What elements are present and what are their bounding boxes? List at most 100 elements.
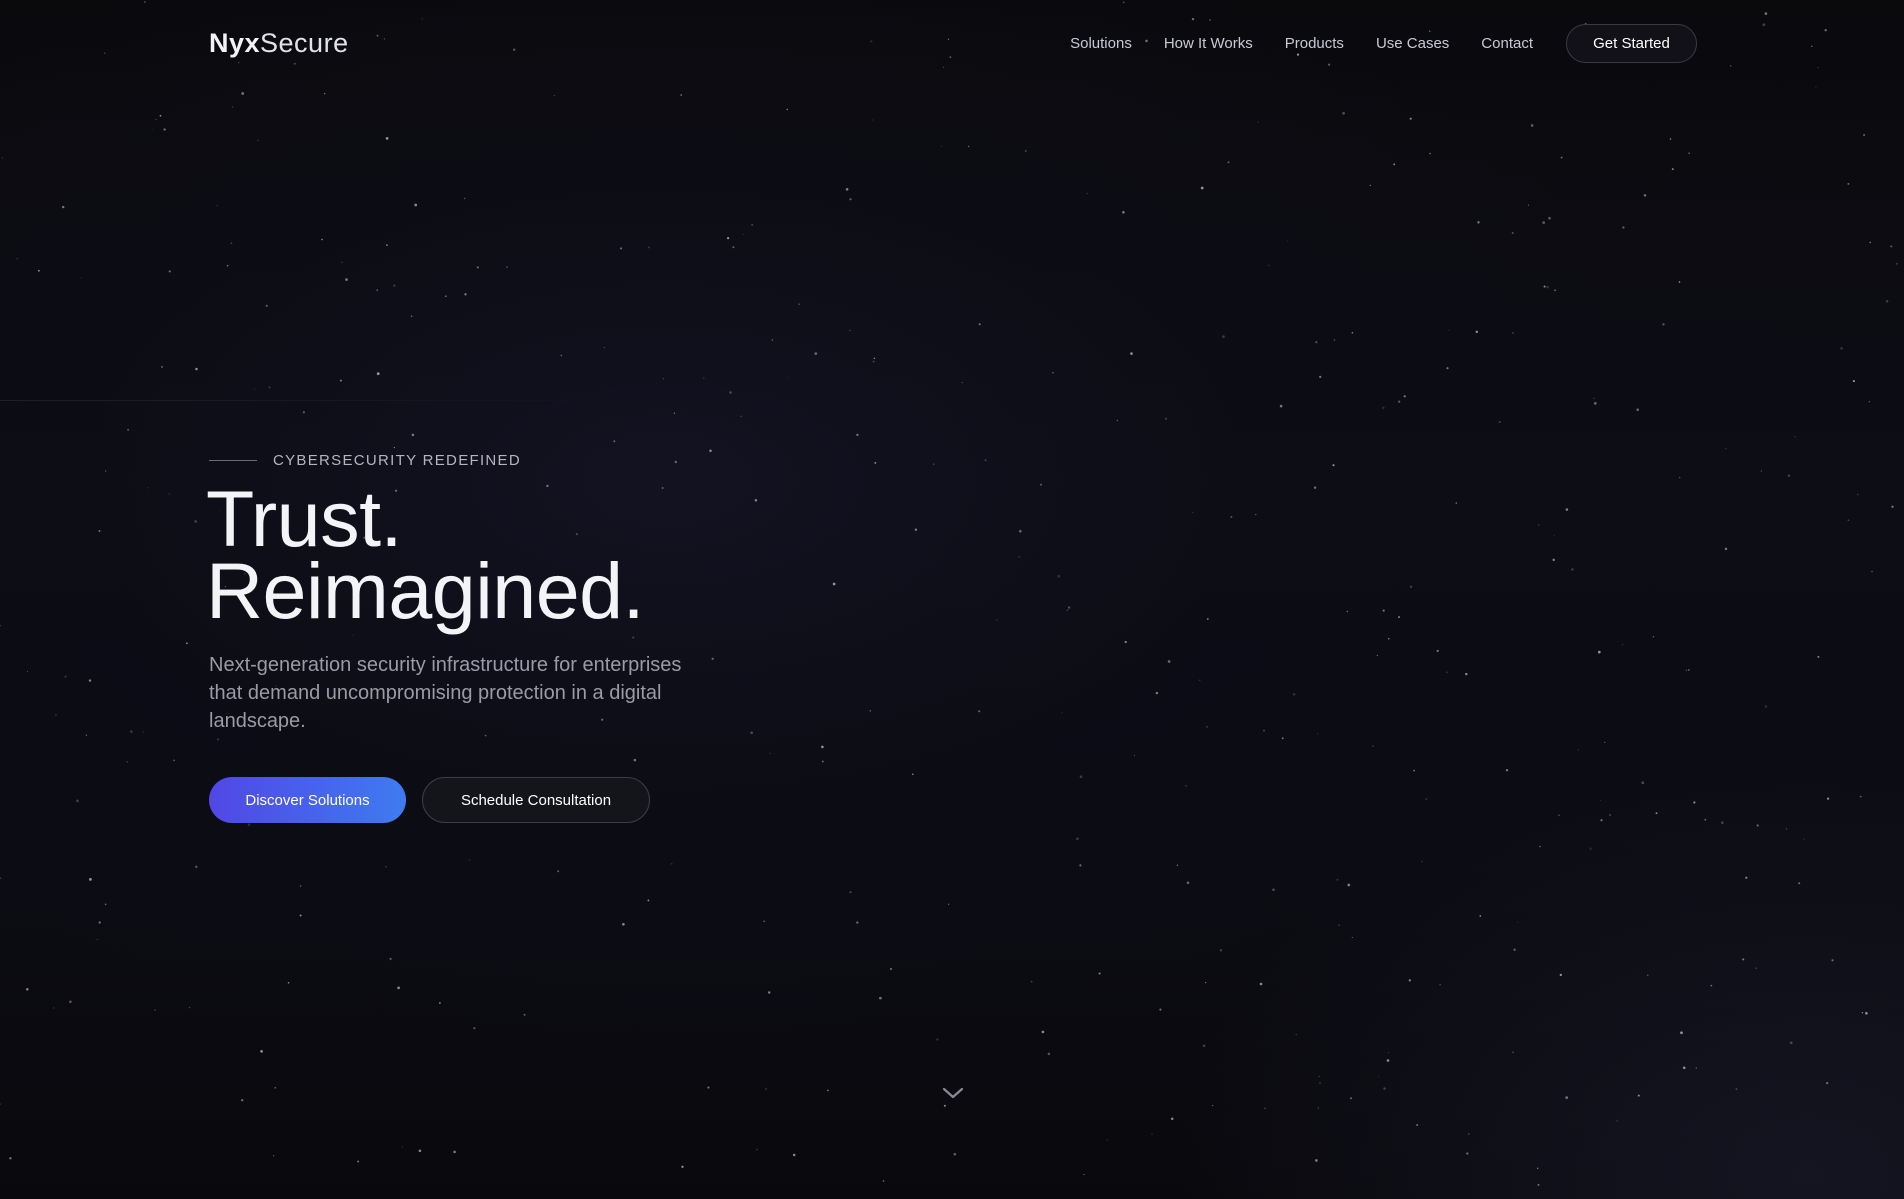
- star: [872, 360, 875, 363]
- star: [1159, 1008, 1162, 1011]
- star: [230, 242, 233, 245]
- star: [1622, 226, 1625, 229]
- star: [1061, 712, 1063, 714]
- star: [726, 236, 730, 240]
- site-header: Nyx Secure Solutions How It Works Produc…: [209, 22, 1697, 64]
- star: [620, 247, 623, 250]
- star: [1840, 347, 1843, 350]
- star: [560, 354, 563, 357]
- star: [1259, 982, 1263, 986]
- star: [1446, 671, 1448, 673]
- star: [1346, 610, 1349, 613]
- star: [159, 114, 162, 117]
- star: [557, 870, 560, 873]
- eyebrow: CYBERSECURITY REDEFINED: [209, 452, 929, 469]
- star: [168, 270, 171, 273]
- star: [411, 433, 415, 437]
- star: [1552, 558, 1555, 562]
- star: [53, 1007, 55, 1009]
- star: [0, 1103, 1, 1105]
- star: [1511, 231, 1514, 235]
- star: [961, 381, 963, 384]
- star: [385, 137, 389, 140]
- star: [1671, 168, 1674, 171]
- star: [849, 329, 851, 332]
- star: [1386, 1059, 1390, 1062]
- star: [1292, 692, 1296, 696]
- star: [1387, 637, 1390, 640]
- star: [173, 759, 175, 762]
- star: [1192, 511, 1194, 514]
- star: [1803, 838, 1805, 840]
- star: [1685, 669, 1688, 671]
- discover-solutions-button[interactable]: Discover Solutions: [209, 777, 406, 823]
- star: [647, 899, 650, 902]
- hero-subtitle: Next-generation security infrastructure …: [209, 654, 682, 732]
- scroll-down-button[interactable]: [941, 1085, 965, 1101]
- star: [1409, 585, 1413, 588]
- star: [1332, 464, 1335, 467]
- star: [1170, 1117, 1174, 1120]
- star: [1762, 23, 1766, 27]
- schedule-consultation-button[interactable]: Schedule Consultation: [422, 777, 650, 823]
- star: [1729, 64, 1732, 67]
- logo[interactable]: Nyx Secure: [209, 28, 349, 59]
- star: [1477, 221, 1480, 224]
- get-started-button[interactable]: Get Started: [1566, 23, 1697, 63]
- star: [1756, 824, 1759, 827]
- star: [1338, 924, 1340, 926]
- star: [1185, 785, 1187, 787]
- star: [1382, 406, 1385, 410]
- star: [1397, 616, 1401, 619]
- star: [76, 799, 79, 803]
- star: [1176, 864, 1179, 866]
- star: [1164, 417, 1168, 420]
- star: [1794, 436, 1796, 438]
- star: [152, 129, 154, 131]
- star: [942, 66, 945, 68]
- star: [1230, 516, 1233, 518]
- star: [1724, 447, 1727, 450]
- star: [69, 1000, 72, 1004]
- star: [393, 284, 396, 287]
- star: [345, 278, 348, 281]
- star: [1336, 878, 1339, 881]
- hero-actions: Discover Solutions Schedule Consultation: [209, 777, 929, 823]
- star: [439, 1002, 441, 1004]
- star: [257, 139, 259, 142]
- nav-link-use-cases[interactable]: Use Cases: [1376, 35, 1449, 52]
- star: [0, 625, 1, 627]
- nav-link-products[interactable]: Products: [1285, 35, 1344, 52]
- nav-link-solutions[interactable]: Solutions: [1070, 35, 1132, 52]
- star: [1315, 341, 1318, 344]
- star: [845, 187, 849, 191]
- star: [1351, 936, 1353, 939]
- star: [1869, 241, 1871, 244]
- star: [1527, 204, 1529, 206]
- star: [1333, 339, 1336, 341]
- nav-link-how-it-works[interactable]: How It Works: [1164, 35, 1253, 52]
- main-nav: Solutions How It Works Products Use Case…: [1070, 23, 1697, 63]
- star: [1122, 1, 1125, 4]
- star: [302, 411, 306, 414]
- star: [287, 981, 290, 984]
- nav-link-contact[interactable]: Contact: [1481, 35, 1533, 52]
- star: [1599, 799, 1602, 801]
- star: [1191, 17, 1195, 21]
- star: [681, 1165, 684, 1168]
- star: [1446, 367, 1449, 370]
- star: [1382, 609, 1385, 612]
- star: [1760, 470, 1762, 472]
- star: [670, 862, 673, 865]
- star: [1785, 828, 1788, 830]
- eyebrow-line: [209, 460, 257, 461]
- star: [1057, 574, 1061, 578]
- star: [1680, 1031, 1683, 1035]
- star: [401, 1146, 403, 1148]
- star: [1589, 847, 1592, 850]
- star: [1512, 1051, 1514, 1053]
- star: [1286, 240, 1289, 242]
- star: [62, 205, 65, 209]
- star: [1124, 640, 1127, 644]
- star: [1205, 982, 1207, 984]
